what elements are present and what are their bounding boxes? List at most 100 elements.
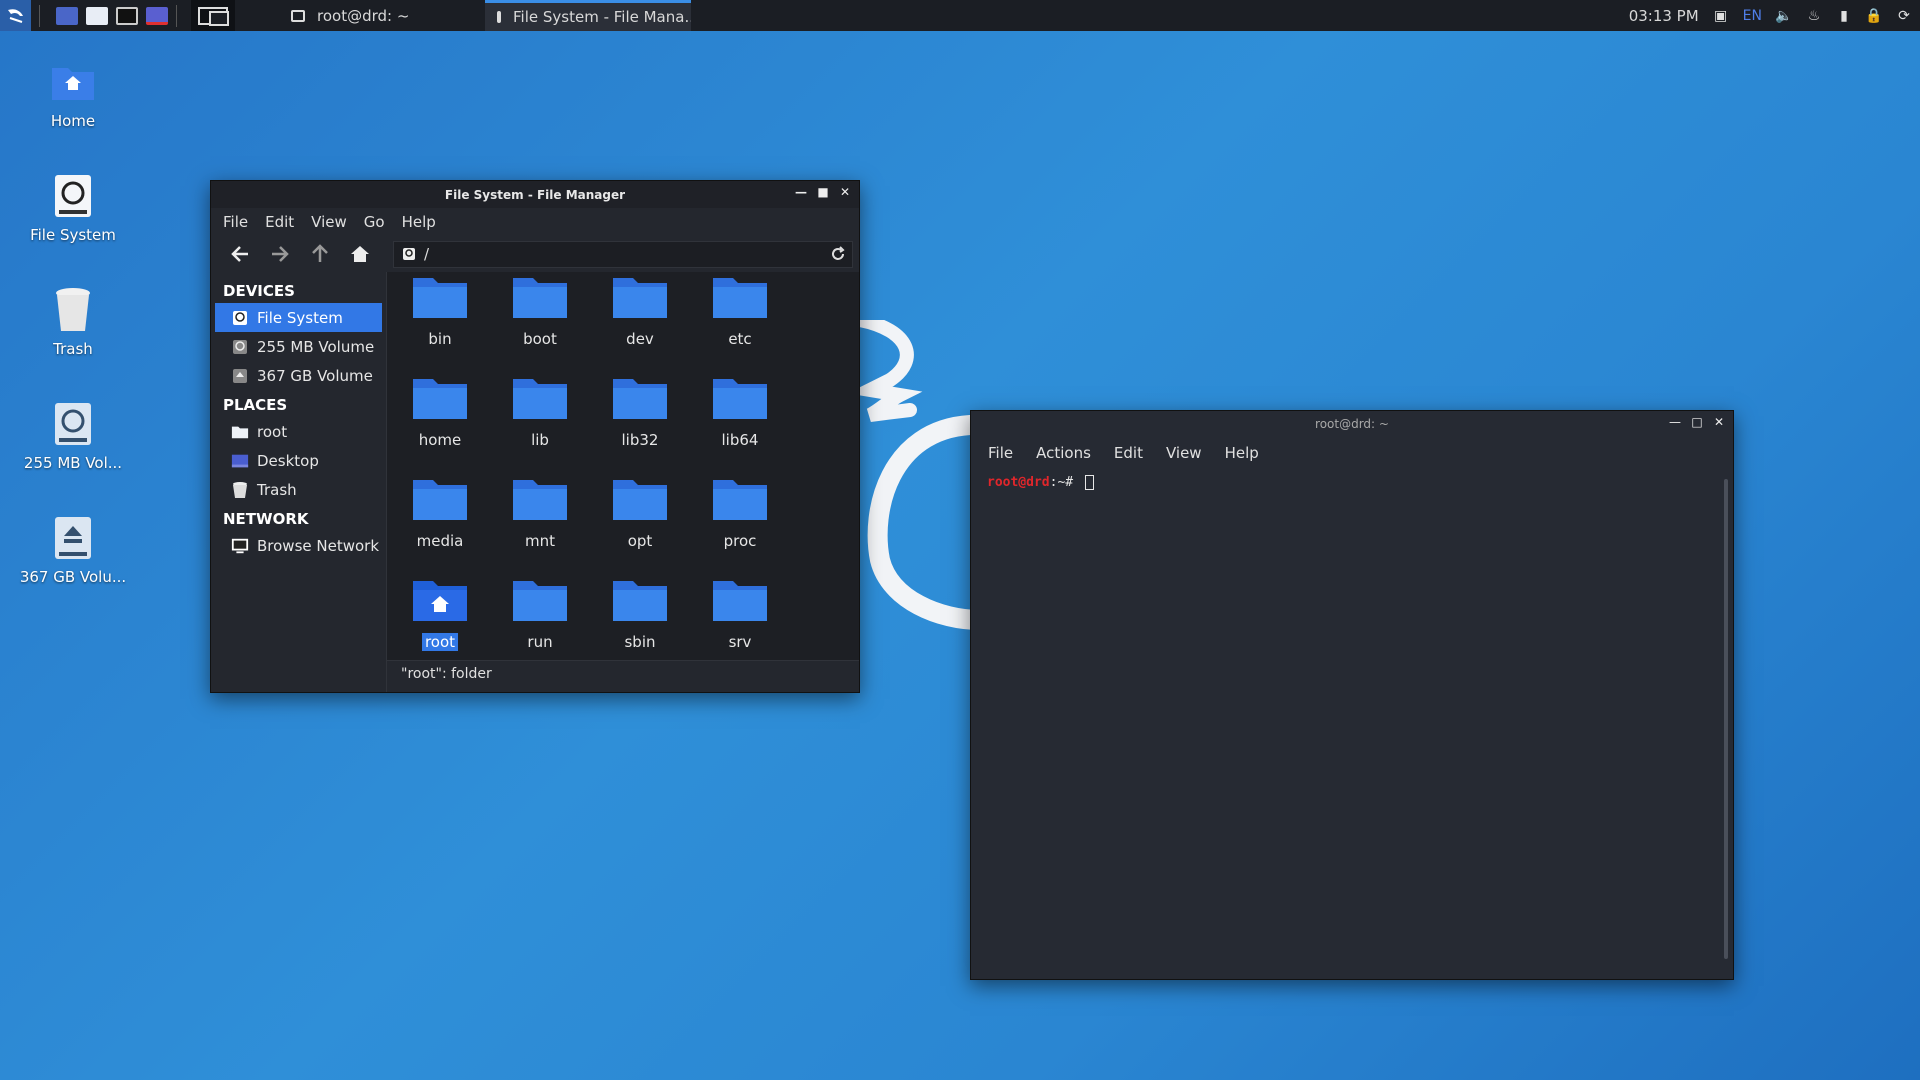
menu-actions[interactable]: Actions [1036, 444, 1091, 462]
file-item-etc[interactable]: etc [690, 272, 790, 373]
close-button[interactable]: ✕ [1713, 416, 1725, 428]
menu-go[interactable]: Go [364, 213, 385, 231]
file-item-opt[interactable]: opt [590, 474, 690, 575]
file-item-label: opt [627, 532, 653, 550]
maximize-button[interactable]: □ [1691, 416, 1703, 428]
reload-button[interactable] [830, 245, 846, 266]
home-button[interactable] [347, 241, 373, 267]
file-view[interactable]: bin boot dev etc home lib lib32 lib64 media mnt op… [386, 272, 859, 692]
workspace-2[interactable] [235, 0, 279, 31]
file-item-label: lib64 [721, 431, 759, 449]
notification-bell-icon[interactable]: ♨ [1806, 8, 1822, 24]
folder-icon [413, 278, 467, 318]
sidebar-item-367gb-volume[interactable]: 367 GB Volume [215, 361, 382, 390]
menu-view[interactable]: View [1166, 444, 1202, 462]
file-manager-titlebar[interactable]: File System - File Manager — ■ ✕ [211, 181, 859, 208]
workspace-switcher[interactable] [191, 0, 279, 31]
browser-launcher-icon[interactable] [146, 6, 168, 25]
file-item-boot[interactable]: boot [490, 272, 590, 373]
logout-icon[interactable]: ⟳ [1896, 8, 1912, 24]
forward-button[interactable] [267, 241, 293, 267]
terminal-menubar: File Actions Edit View Help [971, 437, 1733, 469]
volume-icon[interactable]: 🔈 [1775, 8, 1792, 24]
file-item-label: lib32 [621, 431, 659, 449]
file-item-lib32[interactable]: lib32 [590, 373, 690, 474]
file-item-bin[interactable]: bin [390, 272, 490, 373]
menu-edit[interactable]: Edit [1114, 444, 1143, 462]
file-item-proc[interactable]: proc [690, 474, 790, 575]
menu-file[interactable]: File [988, 444, 1013, 462]
file-item-lib[interactable]: lib [490, 373, 590, 474]
panel-separator [176, 4, 177, 27]
arrow-left-icon [231, 246, 248, 262]
sidebar-item-root[interactable]: root [215, 417, 382, 446]
sidebar-item-browse-network[interactable]: Browse Network [215, 531, 382, 560]
power-manager-icon[interactable]: ▮ [1836, 8, 1852, 24]
menu-view[interactable]: View [311, 213, 347, 231]
close-button[interactable]: ✕ [839, 186, 851, 198]
sidebar-item-label: File System [257, 308, 343, 327]
menu-edit[interactable]: Edit [265, 213, 294, 231]
taskbar-item-file-manager[interactable]: File System - File Mana... [485, 0, 691, 31]
desktop-icon-label: File System [30, 226, 116, 244]
file-manager-menubar: File Edit View Go Help [211, 208, 859, 236]
file-item-home[interactable]: home [390, 373, 490, 474]
menu-file[interactable]: File [223, 213, 248, 231]
home-folder-icon [413, 581, 467, 621]
terminal-titlebar[interactable]: root@drd: ~ — □ ✕ [971, 411, 1733, 437]
file-item-dev[interactable]: dev [590, 272, 690, 373]
hard-drive-icon [49, 172, 97, 220]
desktop-icon-file-system[interactable]: File System [18, 172, 128, 244]
lock-icon[interactable]: 🔒 [1865, 8, 1882, 24]
location-bar[interactable]: / [393, 240, 853, 268]
drive-volume-icon [231, 338, 249, 356]
file-item-mnt[interactable]: mnt [490, 474, 590, 575]
file-item-lib64[interactable]: lib64 [690, 373, 790, 474]
file-item-label: media [416, 532, 464, 550]
sidebar-item-label: 367 GB Volume [257, 366, 373, 385]
desktop-icon-label: 367 GB Volu... [19, 568, 127, 586]
file-manager-window-icon [497, 11, 501, 23]
desktop-launcher-icon[interactable] [56, 6, 78, 25]
network-icon[interactable]: ▣ [1713, 8, 1729, 24]
back-button[interactable] [227, 241, 253, 267]
trash-icon [49, 286, 97, 334]
prompt-path: :~# [1049, 475, 1081, 490]
folder-icon [613, 379, 667, 419]
app-menu-button[interactable] [0, 0, 31, 31]
folder-icon [713, 379, 767, 419]
minimize-button[interactable]: — [795, 186, 807, 198]
desktop-icon-home[interactable]: Home [18, 58, 128, 130]
file-item-label: sbin [624, 633, 656, 651]
sidebar-item-file-system[interactable]: File System [215, 303, 382, 332]
menu-help[interactable]: Help [1225, 444, 1259, 462]
workspace-1[interactable] [191, 0, 235, 31]
folder-icon [713, 581, 767, 621]
clock[interactable]: 03:13 PM [1629, 7, 1699, 25]
sidebar-item-255mb-volume[interactable]: 255 MB Volume [215, 332, 382, 361]
sidebar-item-desktop[interactable]: Desktop [215, 446, 382, 475]
keyboard-layout-indicator[interactable]: EN [1743, 8, 1762, 24]
up-button[interactable] [307, 241, 333, 267]
taskbar-item-terminal[interactable]: root@drd: ~ [279, 0, 485, 31]
file-manager-launcher-icon[interactable] [86, 6, 108, 25]
desktop-icon-trash[interactable]: Trash [18, 286, 128, 358]
terminal-output[interactable]: root@drd:~# [971, 469, 1733, 979]
removable-drive-icon [49, 514, 97, 562]
sidebar-item-label: root [257, 422, 288, 441]
sidebar-item-trash[interactable]: Trash [215, 475, 382, 504]
file-item-label: boot [523, 330, 557, 348]
desktop-icon-label: Home [50, 112, 96, 130]
file-item-media[interactable]: media [390, 474, 490, 575]
menu-help[interactable]: Help [402, 213, 436, 231]
desktop-icon-367gb-volume[interactable]: 367 GB Volu... [18, 514, 128, 586]
file-item-label: srv [728, 633, 752, 651]
terminal-scrollbar[interactable] [1724, 479, 1728, 959]
arrow-right-icon [272, 246, 289, 262]
folder-icon [513, 379, 567, 419]
terminal-launcher-icon[interactable] [116, 6, 138, 25]
minimize-button[interactable]: — [1669, 416, 1681, 428]
maximize-button[interactable]: ■ [817, 186, 829, 198]
file-manager-window: File System - File Manager — ■ ✕ File Ed… [210, 180, 860, 693]
desktop-icon-255mb-volume[interactable]: 255 MB Vol... [18, 400, 128, 472]
